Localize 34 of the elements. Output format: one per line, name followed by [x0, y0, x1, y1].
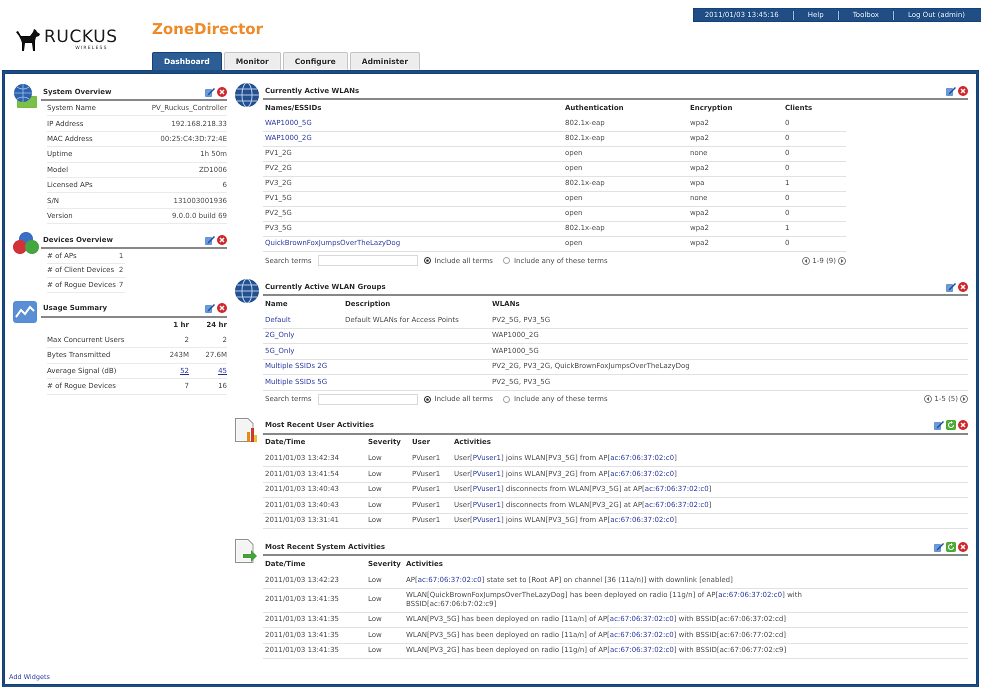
arrow-left-icon[interactable] [924, 395, 932, 403]
close-icon[interactable] [217, 303, 227, 314]
arrow-right-icon[interactable] [838, 256, 846, 264]
dog-icon [16, 29, 40, 51]
search-field[interactable] [318, 394, 418, 404]
close-icon[interactable] [958, 420, 968, 430]
radio-button[interactable] [502, 396, 510, 402]
product-name: ZoneDirector [152, 20, 263, 38]
radio-button[interactable] [424, 396, 431, 402]
globe-icon [235, 83, 259, 107]
edit-icon[interactable] [205, 234, 215, 245]
edit-icon[interactable] [205, 303, 215, 314]
brand-name: RUCKUS [44, 28, 118, 46]
edit-icon[interactable] [934, 542, 944, 552]
globe-icon [13, 84, 39, 108]
globe-icon [235, 279, 259, 303]
radio-button[interactable] [502, 257, 510, 264]
arrow-right-icon[interactable] [960, 395, 968, 403]
edit-icon[interactable] [946, 282, 956, 292]
close-icon[interactable] [958, 282, 968, 292]
edit-icon[interactable] [205, 86, 215, 96]
document-icon [235, 418, 257, 442]
edit-icon[interactable] [946, 86, 956, 96]
close-icon[interactable] [217, 234, 227, 245]
search-field[interactable] [318, 255, 418, 266]
edit-icon[interactable] [934, 420, 944, 430]
close-icon[interactable] [958, 86, 968, 96]
arrow-left-icon[interactable] [802, 256, 810, 264]
document-icon [235, 539, 257, 563]
circles-icon [13, 232, 39, 254]
chart-icon [13, 300, 37, 323]
close-icon[interactable] [217, 86, 227, 96]
close-icon[interactable] [958, 542, 968, 552]
radio-button[interactable] [424, 257, 431, 264]
